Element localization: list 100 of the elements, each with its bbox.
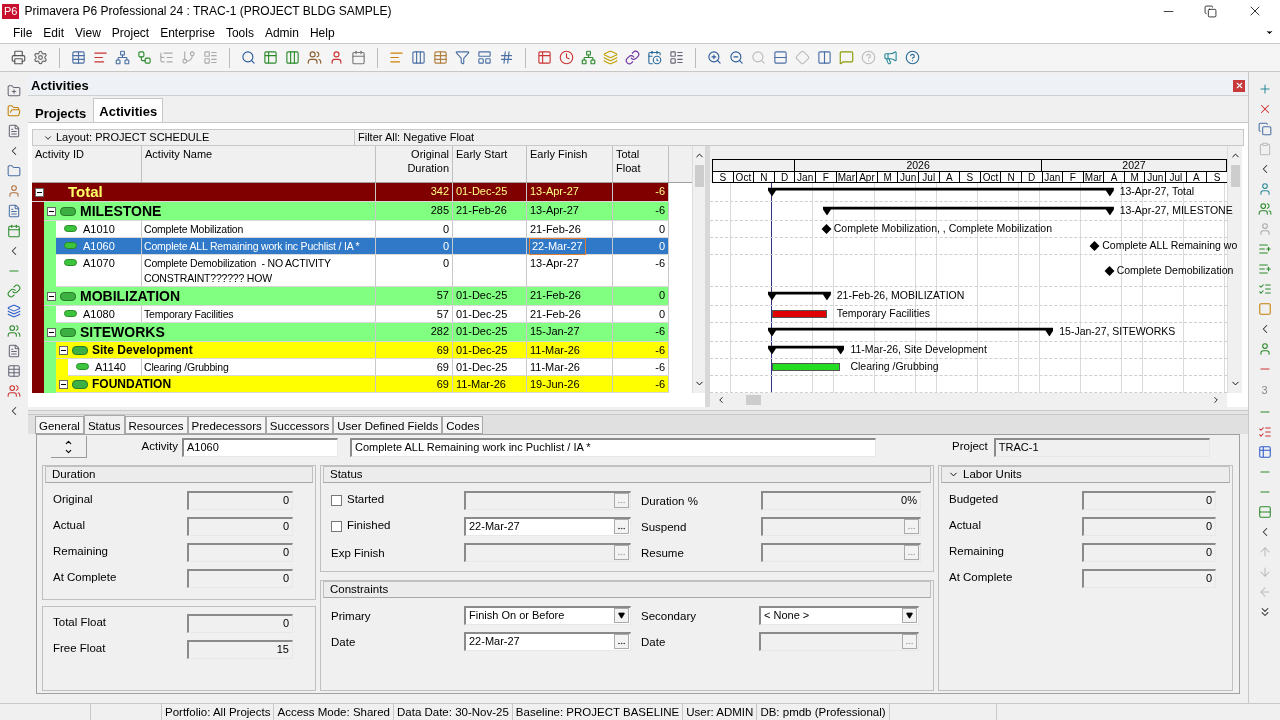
collapse-icon[interactable] <box>47 206 56 216</box>
document-icon[interactable] <box>7 344 21 358</box>
rows-icon[interactable] <box>773 50 788 65</box>
browse-button[interactable] <box>614 634 629 649</box>
table-icon[interactable] <box>537 50 552 65</box>
column-header[interactable]: Activity Name <box>142 146 376 182</box>
detail-tab[interactable]: User Defined Fields <box>333 416 443 434</box>
folder-icon[interactable] <box>7 104 21 118</box>
calendar-icon[interactable] <box>7 224 21 238</box>
network-icon[interactable] <box>115 50 130 65</box>
link-icon[interactable] <box>625 50 640 65</box>
layout-icon[interactable] <box>669 50 684 65</box>
help-icon[interactable] <box>905 50 920 65</box>
detail-tab[interactable]: General <box>35 416 84 434</box>
zoom-in-icon[interactable] <box>707 50 722 65</box>
bars-icon[interactable] <box>389 50 404 65</box>
menu-item[interactable]: Project <box>111 23 150 42</box>
column-header[interactable]: Activity ID <box>32 146 142 182</box>
number-field[interactable]: 0 <box>1082 490 1216 510</box>
user-icon[interactable] <box>1257 182 1272 196</box>
detail-tab[interactable]: Predecessors <box>187 416 266 434</box>
dropdown-button[interactable] <box>614 608 629 623</box>
number-field[interactable]: 0 <box>187 542 293 562</box>
scroll-thumb[interactable] <box>746 395 761 405</box>
calendar-icon[interactable] <box>351 50 366 65</box>
scroll-right-icon[interactable] <box>1211 395 1221 405</box>
overflow-icon[interactable] <box>1265 28 1274 37</box>
scroll-thumb[interactable] <box>1230 165 1240 187</box>
number-field[interactable]: 0 <box>187 490 293 510</box>
users-icon[interactable] <box>1257 202 1272 216</box>
user-icon[interactable] <box>1257 342 1272 356</box>
link-icon[interactable] <box>7 284 21 298</box>
panel-icon[interactable] <box>477 50 492 65</box>
number-field[interactable]: 0 <box>1082 516 1216 536</box>
comment-icon[interactable] <box>839 50 854 65</box>
column-header[interactable]: Original Duration <box>376 146 453 182</box>
menu-item[interactable]: Help <box>309 23 335 42</box>
wbs-row[interactable]: MOBILIZATION 57 01-Dec-25 21-Feb-26 0 <box>44 287 669 306</box>
collapse-icon[interactable] <box>47 291 56 301</box>
summary-bar[interactable] <box>767 327 1054 337</box>
gear-icon[interactable] <box>33 50 48 65</box>
list-icon[interactable] <box>1257 424 1272 439</box>
activity-row[interactable]: A1070 Complete Demobilization - NO ACTIVITY CONSTRAINT?????? HOW 0 13-Apr-27 -6 <box>56 255 669 287</box>
text-field[interactable]: A1060 <box>182 437 338 457</box>
network-icon[interactable] <box>581 50 596 65</box>
number-field[interactable]: 0 <box>187 613 293 633</box>
menu-item[interactable]: View <box>75 23 101 42</box>
copy-icon[interactable] <box>1257 122 1272 136</box>
column-header[interactable]: Early Start <box>453 146 527 182</box>
text-field[interactable]: Complete ALL Remaining work inc Puchlist / IA * <box>350 437 876 457</box>
clipboard-icon[interactable] <box>1257 142 1272 156</box>
hash-icon[interactable] <box>499 50 514 65</box>
view-tab[interactable]: Projects <box>30 101 92 122</box>
number-field[interactable]: 0 <box>187 568 293 588</box>
restore-icon[interactable] <box>1204 4 1217 18</box>
collapse-icon[interactable] <box>59 345 68 355</box>
wbs-row[interactable]: Total 342 01-Dec-25 13-Apr-27 -6 <box>32 183 669 202</box>
activity-row[interactable]: A1010 Complete Mobilization 0 21-Feb-26 0 <box>56 221 669 238</box>
workflow-icon[interactable] <box>137 50 152 65</box>
tree-icon[interactable] <box>159 50 174 65</box>
dropdown[interactable]: < None > <box>759 605 919 625</box>
close-button[interactable] <box>1233 79 1245 92</box>
list-icon[interactable] <box>1257 282 1272 296</box>
search-icon[interactable] <box>241 50 256 65</box>
table-icon[interactable] <box>71 50 86 65</box>
columns-icon[interactable] <box>411 50 426 65</box>
wbs-row[interactable]: Site Development 69 01-Dec-25 11-Mar-26 -6 <box>56 342 669 359</box>
date-field[interactable]: 22-Mar-27 <box>464 516 631 536</box>
columns-icon[interactable] <box>285 50 300 65</box>
task-bar[interactable] <box>771 363 841 371</box>
collapse-icon[interactable] <box>35 187 44 197</box>
dropdown-button[interactable] <box>902 608 917 623</box>
summary-bar[interactable] <box>822 206 1114 216</box>
users-icon[interactable] <box>307 50 322 65</box>
wbs-row[interactable]: SITEWORKS 282 01-Dec-25 15-Jan-27 -6 <box>44 323 669 342</box>
menu-item[interactable]: Admin <box>264 23 299 42</box>
table-icon[interactable] <box>433 50 448 65</box>
detail-tab[interactable]: Codes <box>442 416 484 434</box>
checkbox[interactable] <box>331 520 342 532</box>
detail-tab[interactable]: Resources <box>124 416 188 434</box>
filter-icon[interactable] <box>455 50 470 65</box>
activity-row[interactable]: A1080 Temporary Facilities 57 01-Dec-25 21-Feb-26 0 <box>56 306 669 323</box>
layers-icon[interactable] <box>7 304 21 318</box>
activity-row[interactable]: A1140 Clearing /Grubbing 69 01-Dec-25 11-Mar-26 -6 <box>68 359 669 376</box>
branch-icon[interactable] <box>181 50 196 65</box>
summary-bar[interactable] <box>767 345 845 355</box>
columns-icon[interactable] <box>817 50 832 65</box>
summary-bar[interactable] <box>767 291 831 301</box>
summary-bar[interactable] <box>767 187 1114 197</box>
vertical-scrollbar[interactable] <box>692 146 705 393</box>
detail-tab[interactable]: Successors <box>265 416 334 434</box>
printer-icon[interactable] <box>11 50 26 65</box>
dropdown[interactable]: Finish On or Before <box>464 605 631 625</box>
document-icon[interactable] <box>7 204 21 218</box>
zoom-out-icon[interactable] <box>729 50 744 65</box>
number-field[interactable]: 0 <box>1082 542 1216 562</box>
clock-icon[interactable] <box>559 50 574 65</box>
date-field[interactable]: 22-Mar-27 <box>464 631 631 651</box>
folder-plus-icon[interactable] <box>7 84 21 98</box>
number-field[interactable]: 0 <box>187 516 293 536</box>
